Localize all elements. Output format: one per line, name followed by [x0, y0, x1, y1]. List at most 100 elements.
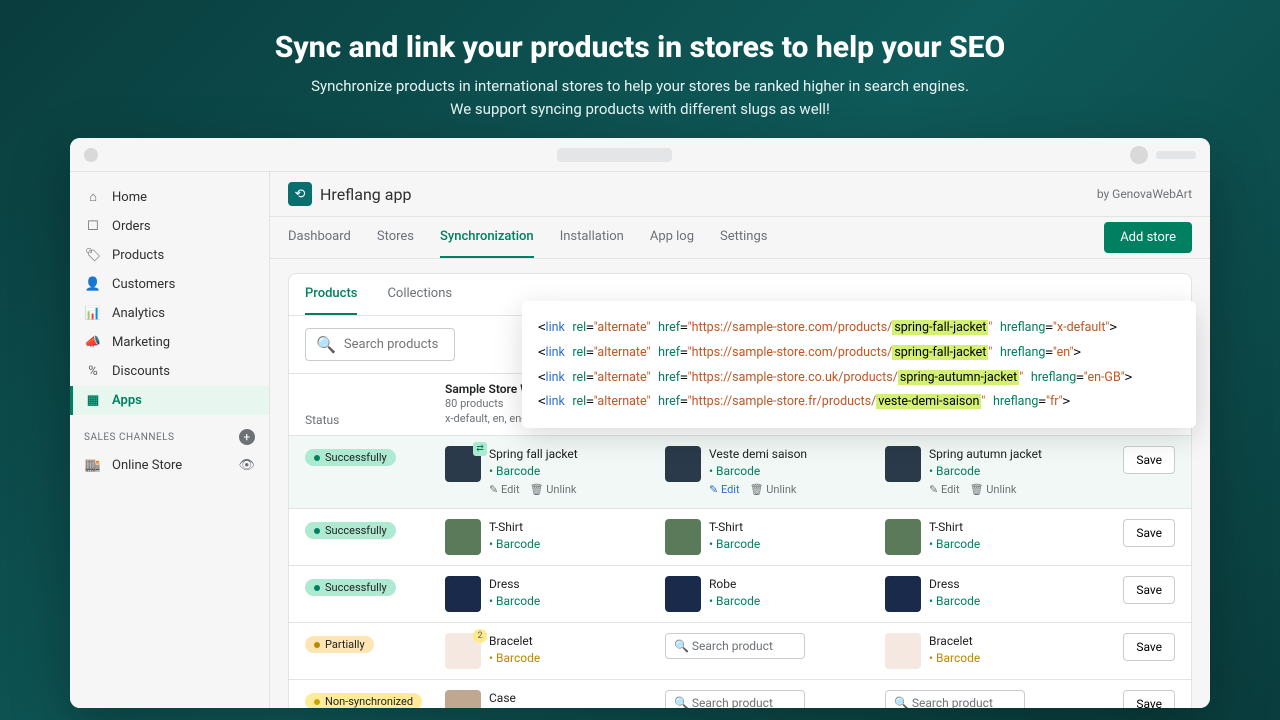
add-channel-button[interactable]: +	[239, 429, 255, 445]
search-icon: 🔍	[316, 335, 336, 354]
product-thumb	[885, 446, 921, 482]
product-thumb	[445, 690, 481, 708]
hero-title: Sync and link your products in stores to…	[0, 30, 1280, 65]
sidebar: ⌂Home ☐Orders 🏷Products 👤Customers 📊Anal…	[70, 172, 270, 708]
hreflang-code-preview: <link rel="alternate" href="https://samp…	[522, 301, 1196, 428]
product-thumb: ⇄	[445, 446, 481, 482]
barcode-label: Barcode	[489, 650, 540, 667]
person-icon: 👤	[84, 277, 102, 292]
table-row: SuccessfullyT-ShirtBarcodeT-ShirtBarcode…	[289, 509, 1191, 566]
percent-icon: %	[84, 364, 102, 379]
tab-dashboard[interactable]: Dashboard	[288, 217, 351, 258]
hero-line2: We support syncing products with differe…	[0, 98, 1280, 121]
window-dot	[84, 148, 98, 162]
product-thumb	[665, 576, 701, 612]
table-row: Non-synchronizedCaseBarcode🔍 Search prod…	[289, 680, 1191, 708]
count-badge: 2	[473, 629, 487, 643]
product-thumb	[445, 519, 481, 555]
product-thumb	[885, 519, 921, 555]
tab-stores[interactable]: Stores	[377, 217, 414, 258]
status-badge: Successfully	[305, 579, 396, 596]
barcode-label: Barcode	[929, 650, 980, 667]
product-thumb	[885, 576, 921, 612]
product-name: T-Shirt	[709, 519, 760, 536]
search-product-input[interactable]: 🔍 Search product	[665, 690, 805, 708]
product-thumb	[445, 576, 481, 612]
barcode-label: Barcode	[929, 536, 980, 553]
edit-button[interactable]: ✎ Edit	[489, 482, 520, 497]
sidebar-item-home[interactable]: ⌂Home	[70, 182, 269, 212]
save-button[interactable]: Save	[1123, 690, 1175, 708]
tab-settings[interactable]: Settings	[720, 217, 767, 258]
sidebar-item-apps[interactable]: ▦Apps	[70, 386, 269, 415]
app-logo-icon: ⟲	[288, 182, 312, 206]
product-name: Dress	[929, 576, 980, 593]
save-button[interactable]: Save	[1123, 633, 1175, 661]
product-name: Dress	[489, 576, 540, 593]
chart-icon: 📊	[84, 306, 102, 321]
search-products[interactable]: 🔍	[305, 328, 455, 361]
barcode-label: Barcode	[709, 463, 807, 480]
sidebar-item-analytics[interactable]: 📊Analytics	[70, 299, 269, 328]
status-badge: Partially	[305, 636, 374, 653]
product-name: Bracelet	[489, 633, 540, 650]
product-name: Spring autumn jacket	[929, 446, 1042, 463]
app-vendor: by GenovaWebArt	[1097, 187, 1192, 201]
status-header: Status	[305, 413, 445, 427]
panel-tab-products[interactable]: Products	[305, 274, 357, 315]
tab-installation[interactable]: Installation	[560, 217, 624, 258]
app-window: ⌂Home ☐Orders 🏷Products 👤Customers 📊Anal…	[70, 138, 1210, 708]
sales-channels-header: SALES CHANNELS+	[70, 415, 269, 451]
product-name: Veste demi saison	[709, 446, 807, 463]
status-badge: Successfully	[305, 449, 396, 466]
save-button[interactable]: Save	[1123, 519, 1175, 547]
edit-button[interactable]: ✎ Edit	[929, 482, 960, 497]
save-button[interactable]: Save	[1123, 446, 1175, 474]
barcode-label: Barcode	[489, 707, 540, 708]
sidebar-item-customers[interactable]: 👤Customers	[70, 270, 269, 299]
sidebar-item-products[interactable]: 🏷Products	[70, 241, 269, 270]
sidebar-item-online-store[interactable]: 🏬Online Store👁	[70, 451, 269, 480]
search-input[interactable]	[344, 337, 444, 352]
barcode-label: Barcode	[709, 536, 760, 553]
panel-tab-collections[interactable]: Collections	[387, 274, 452, 315]
product-thumb	[665, 446, 701, 482]
sidebar-item-orders[interactable]: ☐Orders	[70, 212, 269, 241]
add-store-button[interactable]: Add store	[1104, 222, 1192, 253]
status-badge: Successfully	[305, 522, 396, 539]
store-icon: 🏬	[84, 458, 102, 473]
save-button[interactable]: Save	[1123, 576, 1175, 604]
unlink-button[interactable]: 🗑 Unlink	[530, 482, 577, 497]
tab-synchronization[interactable]: Synchronization	[440, 217, 534, 258]
barcode-label: Barcode	[929, 593, 980, 610]
edit-button[interactable]: ✎ Edit	[709, 482, 740, 497]
titlebar-search[interactable]	[557, 148, 672, 162]
tag-icon: 🏷	[84, 248, 102, 263]
app-title: ⟲ Hreflang app	[288, 182, 411, 206]
table-row: Successfully ⇄ Spring fall jacket Barcode ✎ …	[289, 436, 1191, 509]
sidebar-item-marketing[interactable]: 📣Marketing	[70, 328, 269, 357]
orders-icon: ☐	[84, 219, 102, 234]
product-name: Spring fall jacket	[489, 446, 578, 463]
home-icon: ⌂	[84, 189, 102, 205]
product-name: Bracelet	[929, 633, 980, 650]
titlebar	[70, 138, 1210, 172]
eye-icon[interactable]: 👁	[238, 458, 255, 473]
apps-icon: ▦	[84, 393, 102, 408]
search-product-input[interactable]: 🔍 Search product	[885, 690, 1025, 708]
table-row: SuccessfullyDressBarcodeRobeBarcodeDress…	[289, 566, 1191, 623]
barcode-label: Barcode	[929, 463, 1042, 480]
product-thumb	[665, 519, 701, 555]
product-name: T-Shirt	[929, 519, 980, 536]
unlink-button[interactable]: 🗑 Unlink	[750, 482, 797, 497]
barcode-label: Barcode	[489, 536, 540, 553]
sidebar-item-discounts[interactable]: %Discounts	[70, 357, 269, 386]
tab-app-log[interactable]: App log	[650, 217, 694, 258]
barcode-label: Barcode	[489, 593, 540, 610]
unlink-button[interactable]: 🗑 Unlink	[970, 482, 1017, 497]
megaphone-icon: 📣	[84, 335, 102, 350]
table-row: Partially2BraceletBarcode🔍 Search produc…	[289, 623, 1191, 680]
titlebar-avatar[interactable]	[1130, 146, 1196, 164]
search-product-input[interactable]: 🔍 Search product	[665, 633, 805, 659]
product-name: Case	[489, 690, 540, 707]
